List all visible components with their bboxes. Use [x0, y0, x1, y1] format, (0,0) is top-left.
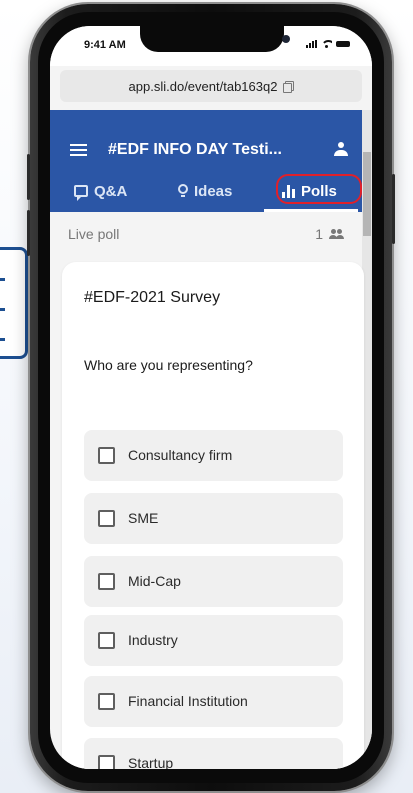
poll-option[interactable]: Industry: [84, 615, 343, 666]
bracket-tick: [0, 278, 5, 281]
copy-icon[interactable]: [283, 80, 295, 93]
address-bar-url: app.sli.do/event/tab163q2: [128, 78, 278, 94]
wifi-icon: [321, 40, 332, 48]
app-header: #EDF INFO DAY Testi... Q&A Ideas Polls: [50, 110, 372, 212]
user-profile-icon[interactable]: [334, 142, 348, 156]
tab-bar: Q&A Ideas Polls: [50, 170, 372, 212]
side-bracket-decoration: [0, 247, 28, 359]
participant-count: 1: [315, 226, 323, 242]
scrollbar-thumb[interactable]: [363, 152, 371, 236]
chat-icon: [74, 185, 88, 201]
notch: [140, 26, 290, 52]
poll-option-label: Mid-Cap: [128, 573, 181, 589]
polls-annotation-circle: [276, 174, 362, 204]
status-icons: [306, 40, 350, 48]
power-button: [392, 174, 395, 244]
checkbox-icon[interactable]: [98, 632, 115, 649]
poll-option[interactable]: Financial Institution: [84, 676, 343, 727]
poll-question: Who are you representing?: [84, 357, 253, 373]
lightbulb-icon: [178, 184, 188, 198]
tab-qa[interactable]: Q&A: [74, 170, 127, 212]
poll-option[interactable]: SME: [84, 493, 343, 544]
poll-option-label: Industry: [128, 632, 178, 648]
poll-option-label: Consultancy firm: [128, 447, 233, 463]
poll-option-label: Financial Institution: [128, 693, 248, 709]
poll-option-label: SME: [128, 510, 159, 526]
checkbox-icon[interactable]: [98, 693, 115, 710]
poll-card: #EDF-2021 Survey Who are you representin…: [62, 262, 364, 769]
phone-frame: 9:41 AM app.sli.do/event/tab163q2 #EDF I…: [27, 4, 395, 791]
hamburger-menu-icon[interactable]: [70, 144, 87, 157]
live-poll-label: Live poll: [68, 226, 120, 242]
signal-icon: [306, 40, 317, 48]
address-bar[interactable]: app.sli.do/event/tab163q2: [60, 70, 362, 102]
checkbox-icon[interactable]: [98, 755, 115, 769]
phone-screen: 9:41 AM app.sli.do/event/tab163q2 #EDF I…: [50, 26, 372, 769]
poll-option-label: Startup: [128, 755, 174, 769]
poll-option[interactable]: Startup: [84, 738, 343, 769]
tab-ideas[interactable]: Ideas: [178, 170, 232, 212]
status-bar: 9:41 AM: [50, 26, 372, 66]
volume-down-button: [27, 210, 30, 256]
poll-option[interactable]: Consultancy firm: [84, 430, 343, 481]
people-icon: [329, 229, 344, 239]
status-time: 9:41 AM: [84, 39, 126, 51]
tab-ideas-label: Ideas: [194, 182, 233, 200]
camera-icon: [282, 35, 290, 43]
battery-icon: [336, 41, 350, 47]
checkbox-icon[interactable]: [98, 573, 115, 590]
participant-counter: 1: [315, 226, 344, 242]
event-title: #EDF INFO DAY Testi...: [108, 141, 282, 158]
bracket-tick: [0, 338, 5, 341]
checkbox-icon[interactable]: [98, 447, 115, 464]
volume-up-button: [27, 154, 30, 200]
tab-qa-label: Q&A: [94, 182, 128, 200]
live-poll-row: Live poll 1: [50, 212, 362, 252]
bracket-tick: [0, 308, 5, 311]
poll-title: #EDF-2021 Survey: [84, 289, 221, 306]
poll-option[interactable]: Mid-Cap: [84, 556, 343, 607]
checkbox-icon[interactable]: [98, 510, 115, 527]
